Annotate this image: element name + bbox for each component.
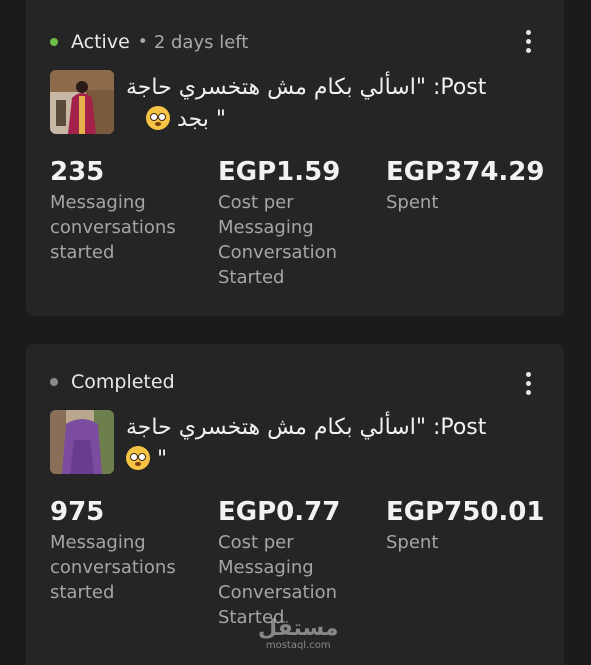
stat-label: Spent [386,192,439,213]
post-title-line2-text: " بجد [177,107,226,132]
stats-row: 235 Messaging conversations started EGP1… [50,156,550,306]
flushed-face-icon [146,106,171,130]
more-options-icon[interactable] [524,372,532,398]
status-label: Active [71,31,130,53]
stat-value: EGP374.29 [386,157,545,187]
post-title-line1: اسألي بكام مش هتخسري حاجة" :Post [126,415,487,440]
status-dot-icon [50,378,58,386]
stat-value: 235 [50,157,105,187]
stat-label: Messaging conversations started [50,192,176,263]
post-title-line2: " بجد [126,104,226,136]
post-title: اسألي بكام مش هتخسري حاجة" :Post " بجد [126,72,526,136]
campaign-card-active[interactable]: Active • 2 days left اسألي بكام مش هتخسر… [26,0,564,316]
status-row: Active • 2 days left [50,30,248,54]
stat-label: Spent [386,532,439,553]
post-title-line2: " [126,444,526,476]
post-title-line1: اسألي بكام مش هتخسري حاجة" :Post [126,75,487,100]
flushed-face-icon [126,446,150,470]
stat-conversations: 975 Messaging conversations started [50,496,200,605]
stat-spent: EGP750.01 Spent [386,496,545,555]
status-dot-icon [50,38,58,46]
stat-value: EGP0.77 [218,497,341,527]
stat-spent: EGP374.29 Spent [386,156,545,215]
status-label: Completed [71,371,175,393]
stat-cost-per-conversation: EGP0.77 Cost per Messaging Conversation … [218,496,368,630]
stat-value: 975 [50,497,105,527]
stat-conversations: 235 Messaging conversations started [50,156,200,265]
post-thumbnail[interactable] [50,410,114,474]
stat-value: EGP750.01 [386,497,545,527]
post-title: اسألي بكام مش هتخسري حاجة" :Post " [126,412,526,476]
stat-label: Cost per Messaging Conversation Started [218,532,338,628]
watermark-logo: مستقل mostaql.com [258,618,338,652]
status-row: Completed [50,370,175,394]
stat-label: Cost per Messaging Conversation Started [218,192,338,288]
post-thumbnail[interactable] [50,70,114,134]
status-separator: • [137,32,148,52]
post-title-line2-text: " [157,447,168,472]
stat-cost-per-conversation: EGP1.59 Cost per Messaging Conversation … [218,156,368,290]
watermark-arabic: مستقل [258,616,339,641]
days-left: 2 days left [153,31,249,53]
more-options-icon[interactable] [524,30,532,56]
stat-value: EGP1.59 [218,157,341,187]
stat-label: Messaging conversations started [50,532,176,603]
watermark-site: mostaql.com [265,640,331,651]
